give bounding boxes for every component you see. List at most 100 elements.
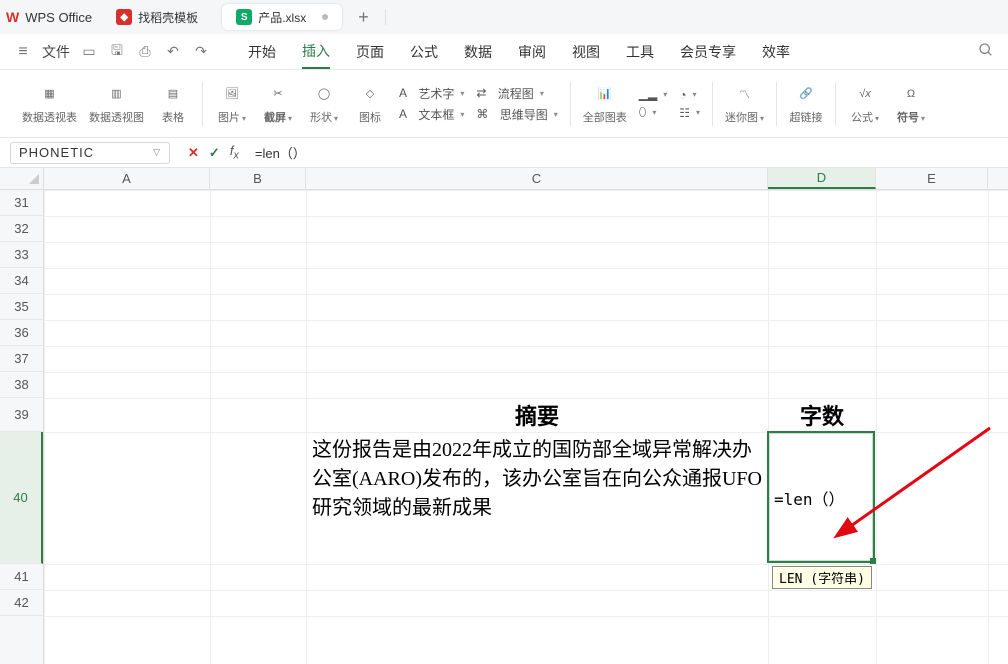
menu-tab-6[interactable]: 视图 [572,36,600,68]
row-header-40[interactable]: 40 [0,432,43,564]
wordart-button[interactable]: A 艺术字▾ [399,85,464,102]
menu-tab-4[interactable]: 数据 [464,36,492,68]
row-header-39[interactable]: 39 [0,398,43,432]
row-header-35[interactable]: 35 [0,294,43,320]
picture-icon: 🖼 [220,83,244,105]
menu-tab-0[interactable]: 开始 [248,36,276,68]
undo-icon[interactable]: ↶ [164,43,182,61]
icons-icon: ◇ [358,83,382,105]
flowchart-icon: ⇄ [476,86,486,100]
row-header-33[interactable]: 33 [0,242,43,268]
save-icon[interactable]: 🖫 [108,43,126,61]
picture-button[interactable]: 🖼图片▾ [215,83,249,125]
chart-small-2[interactable]: ⬯▾ [639,105,667,120]
spreadsheet-grid[interactable]: ABCDE 313233343536373839404142 摘要字数这份报告是… [0,168,1008,664]
ribbon-group-symbols: √x公式▾ Ω符号▾ [836,70,940,137]
row-header-36[interactable]: 36 [0,320,43,346]
ribbon-group-pivot: ▦数据透视表 ▥数据透视图 ▤表格 [10,70,202,137]
modified-dot-icon [322,14,328,20]
file-menu[interactable]: 文件 [42,42,70,62]
ribbon-group-illust: 🖼图片▾ ✂截屏▾ ◯形状▾ ◇图标 A 艺术字▾ A 文本框▾ ⇄ 流程图▾ … [203,70,570,137]
pivot-table-icon: ▦ [38,83,62,105]
tab-label: 找稻壳模板 [138,9,198,26]
shell-icon: ◆ [116,9,132,25]
ribbon-group-spark: 〽迷你图▾ [713,70,776,137]
quick-access: ≡ 文件 ▭ 🖫 ⎙ ↶ ↷ [14,42,210,62]
column-headers: ABCDE [0,168,1008,190]
spreadsheet-icon: S [236,9,252,25]
hyperlink-button[interactable]: 🔗超链接 [789,83,823,125]
cancel-formula-button[interactable]: ✕ [188,145,199,161]
cell-D40-editing[interactable]: =len（） [768,432,876,564]
wps-logo-icon: W [6,9,19,25]
column-header-B[interactable]: B [210,168,306,189]
row-header-34[interactable]: 34 [0,268,43,294]
sparkline-button[interactable]: 〽迷你图▾ [725,83,764,125]
all-charts-button[interactable]: 📊全部图表 [583,83,627,125]
screenshot-icon: ✂ [266,83,290,105]
cell-C39-header[interactable]: 摘要 [306,398,768,432]
shapes-button[interactable]: ◯形状▾ [307,83,341,125]
fx-icon[interactable]: fx [230,143,239,162]
mindmap-icon: ⌘ [476,107,488,121]
row-header-31[interactable]: 31 [0,190,43,216]
icons-button[interactable]: ◇图标 [353,83,387,125]
hamburger-icon[interactable]: ≡ [14,43,32,61]
column-header-C[interactable]: C [306,168,768,189]
flowchart-button[interactable]: ⇄ 流程图▾ [476,85,557,102]
row-header-38[interactable]: 38 [0,372,43,398]
shapes-icon: ◯ [312,83,336,105]
menu-tab-3[interactable]: 公式 [410,36,438,68]
chart-small-3[interactable]: ◔▾ [679,88,700,102]
menu-bar: ≡ 文件 ▭ 🖫 ⎙ ↶ ↷ 开始插入页面公式数据审阅视图工具会员专享效率 [0,34,1008,70]
chart-small-4[interactable]: ☷▾ [679,106,700,120]
accept-formula-button[interactable]: ✓ [209,145,220,161]
function-tooltip: LEN (字符串) [772,566,872,589]
column-header-E[interactable]: E [876,168,988,189]
chart-icon: 📊 [593,83,617,105]
column-header-A[interactable]: A [44,168,210,189]
cell-C40-body[interactable]: 这份报告是由2022年成立的国防部全域异常解决办公室(AARO)发布的，该办公室… [306,432,768,564]
row-header-41[interactable]: 41 [0,564,43,590]
menu-tab-8[interactable]: 会员专享 [680,36,736,68]
menu-tab-7[interactable]: 工具 [626,36,654,68]
textbox-icon: A [399,107,407,121]
equation-button[interactable]: √x公式▾ [848,83,882,125]
cell-D39-header[interactable]: 字数 [768,398,876,432]
redo-icon[interactable]: ↷ [192,43,210,61]
screenshot-button[interactable]: ✂截屏▾ [261,83,295,125]
print-icon[interactable]: ⎙ [136,43,154,61]
pivot-chart-icon: ▥ [105,83,129,105]
chart-small-1[interactable]: ▁▂▾ [639,87,667,101]
formula-input[interactable]: =len（） [247,143,1008,162]
menu-tab-1[interactable]: 插入 [302,35,330,69]
textbox-button[interactable]: A 文本框▾ [399,106,464,123]
open-icon[interactable]: ▭ [80,43,98,61]
tab-template-shell[interactable]: ◆ 找稻壳模板 [102,4,212,30]
chevron-down-icon[interactable]: ▽ [153,147,161,158]
sparkline-icon: 〽 [733,83,757,105]
pivot-chart-button[interactable]: ▥数据透视图 [89,83,144,125]
name-box[interactable]: PHONETIC ▽ [10,142,170,164]
select-all-corner[interactable] [0,168,44,189]
tab-product-xlsx[interactable]: S 产品.xlsx [222,4,342,30]
symbol-button[interactable]: Ω符号▾ [894,83,928,125]
table-button[interactable]: ▤表格 [156,83,190,125]
menu-tab-2[interactable]: 页面 [356,36,384,68]
app-brand: W WPS Office [6,9,92,25]
formula-bar: PHONETIC ▽ ✕ ✓ fx =len（） [0,138,1008,168]
cells-area[interactable]: 摘要字数这份报告是由2022年成立的国防部全域异常解决办公室(AARO)发布的，… [44,190,1008,664]
menu-tab-9[interactable]: 效率 [762,36,790,68]
column-header-D[interactable]: D [768,168,876,189]
new-tab-button[interactable]: + [352,7,375,28]
pivot-table-button[interactable]: ▦数据透视表 [22,83,77,125]
search-icon[interactable] [978,42,994,61]
row-header-42[interactable]: 42 [0,590,43,616]
menu-tab-5[interactable]: 审阅 [518,36,546,68]
divider [385,9,386,25]
mindmap-button[interactable]: ⌘ 思维导图▾ [476,106,557,123]
row-header-32[interactable]: 32 [0,216,43,242]
name-box-value: PHONETIC [19,145,94,160]
wordart-icon: A [399,86,407,100]
row-header-37[interactable]: 37 [0,346,43,372]
